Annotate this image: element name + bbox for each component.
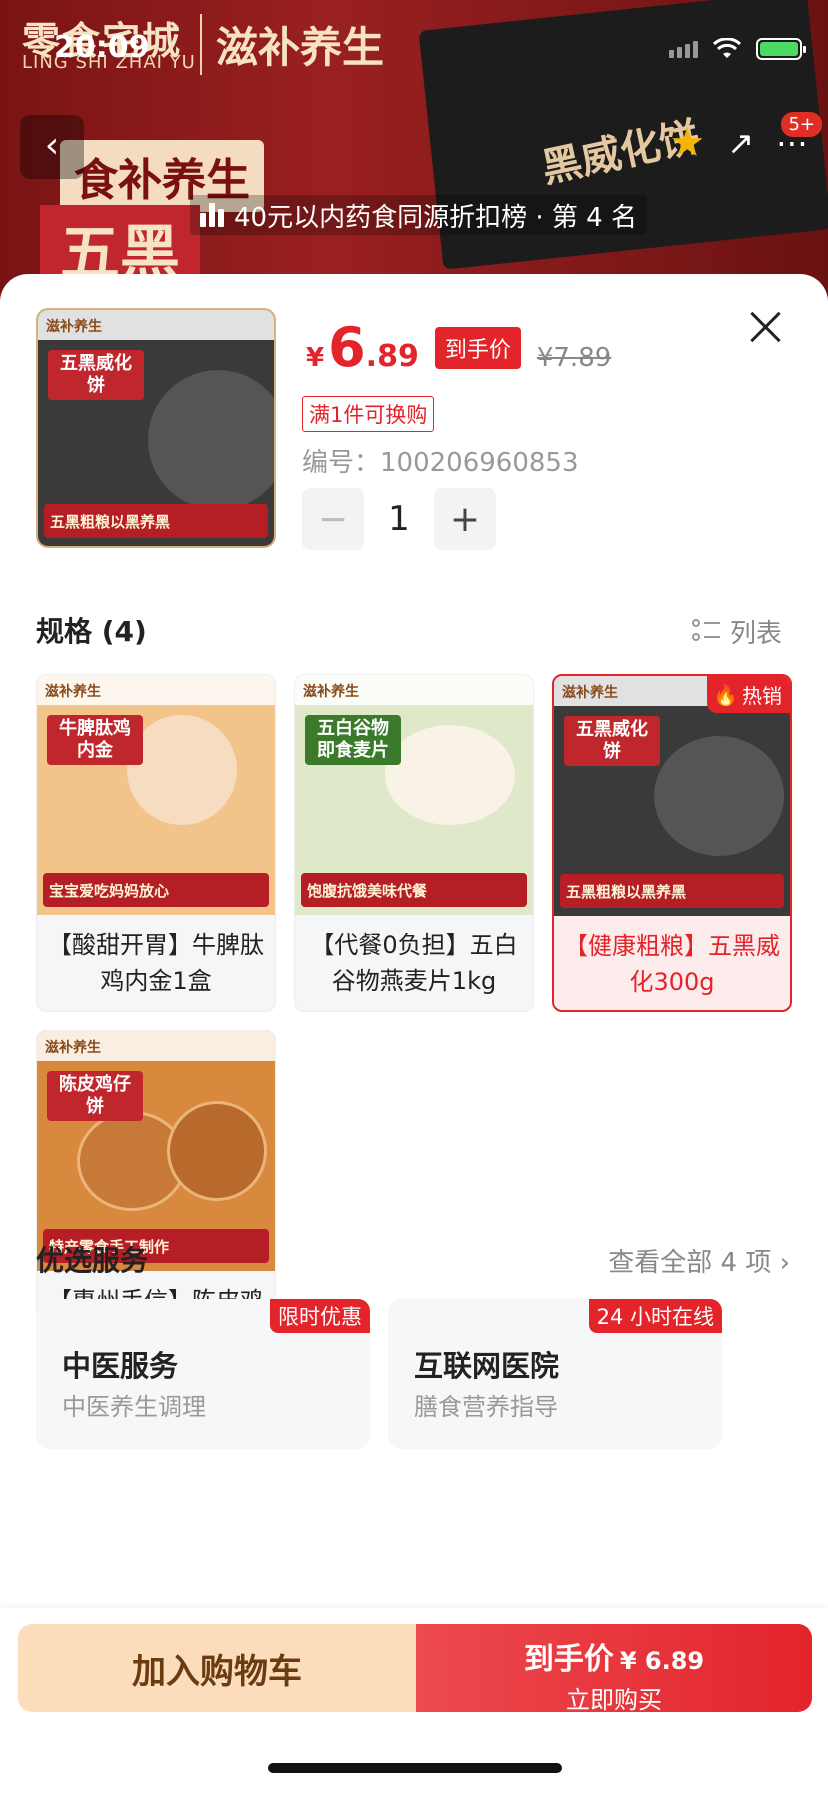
bottom-action-bar: 加入购物车 到手价 ¥ 6.89 立即购买 (0, 1608, 828, 1793)
quantity-plus-button[interactable]: + (434, 488, 496, 550)
service-name: 中医服务 (62, 1349, 179, 1383)
price-currency: ¥ (306, 343, 325, 373)
spec-card[interactable]: 滋补养生 牛脾肽鸡内金 宝宝爱吃妈妈放心 【酸甜开胃】牛脾肽鸡内金1盒 (36, 674, 276, 1012)
price-integer: 6 (328, 316, 366, 379)
share-icon[interactable]: ↗ (727, 124, 754, 162)
spec-art-title: 陈皮鸡仔饼 (47, 1071, 143, 1121)
list-label: 列表 (729, 619, 782, 649)
spec-art-top: 滋补养生 (37, 675, 275, 705)
ranking-chart-icon (200, 203, 224, 227)
hot-label: 热销 (742, 684, 782, 708)
cellular-signal-icon (669, 40, 698, 58)
service-badge: 24 小时在线 (588, 1299, 722, 1333)
spec-art-top: 滋补养生 (37, 1031, 275, 1061)
status-time: 20:09 (54, 30, 150, 65)
service-desc: 膳食营养指导 (414, 1393, 558, 1421)
price-row: ¥ 6 .89 到手价 ¥7.89 (306, 316, 611, 379)
thumb-bottom: 五黑粗粮以黑养黑 (44, 504, 268, 538)
service-desc: 中医养生调理 (62, 1393, 206, 1421)
product-thumbnail[interactable]: 滋补养生 五黑威化饼 五黑粗粮以黑养黑 (36, 308, 276, 548)
status-icons (669, 38, 806, 60)
list-view-toggle[interactable]: 列表 (691, 613, 782, 650)
service-card[interactable]: 24 小时在线 互联网医院 膳食营养指导 (388, 1299, 722, 1449)
buy-price: ¥ 6.89 (619, 1647, 705, 1675)
service-badge: 限时优惠 (270, 1299, 370, 1333)
back-button[interactable]: ‹ (20, 115, 84, 179)
favorite-star-icon[interactable]: ★ (669, 120, 705, 166)
ranking-text: 40元以内药食同源折扣榜 · 第 4 名 (234, 202, 637, 233)
sku-number: 编号：100206960853 (302, 448, 579, 478)
spec-art-bottom: 宝宝爱吃妈妈放心 (43, 873, 269, 907)
banner-tag: 滋补养生 (200, 14, 384, 75)
spec-image: 滋补养生 牛脾肽鸡内金 宝宝爱吃妈妈放心 (37, 675, 275, 915)
message-badge: 5+ (781, 112, 822, 137)
thumb-top-label: 滋补养生 (38, 310, 274, 340)
spec-art-title: 五白谷物即食麦片 (305, 715, 401, 765)
spec-card-selected[interactable]: 🔥 热销 滋补养生 五黑威化饼 五黑粗粮以黑养黑 【健康粗粮】五黑威化300g (552, 674, 792, 1012)
home-indicator (268, 1763, 562, 1773)
quantity-stepper: − 1 + (302, 488, 496, 550)
specs-title: 规格 (4) (36, 615, 147, 648)
buy-now-button[interactable]: 到手价 ¥ 6.89 立即购买 (416, 1624, 812, 1714)
spec-art-title: 五黑威化饼 (564, 716, 660, 766)
spec-name: 【健康粗粮】五黑威化300g (564, 932, 780, 996)
promo-badge: 满1件可换购 (302, 396, 435, 432)
thumb-title: 五黑威化饼 (48, 350, 144, 400)
list-icon (691, 618, 720, 645)
spec-card[interactable]: 滋补养生 五白谷物即食麦片 饱腹抗饿美味代餐 【代餐0负担】五白谷物燕麦片1kg (294, 674, 534, 1012)
ranking-bar[interactable]: 40元以内药食同源折扣榜 · 第 4 名 (190, 195, 647, 235)
close-icon[interactable] (748, 310, 782, 344)
spec-art-bottom: 饱腹抗饿美味代餐 (301, 873, 527, 907)
spec-name: 【酸甜开胃】牛脾肽鸡内金1盒 (48, 931, 264, 995)
service-name: 互联网医院 (414, 1349, 560, 1383)
battery-icon (756, 38, 806, 60)
spec-image: 滋补养生 五白谷物即食麦片 饱腹抗饿美味代餐 (295, 675, 533, 915)
services-title: 优选服务 (36, 1244, 149, 1277)
spec-art-bottom: 五黑粗粮以黑养黑 (560, 874, 784, 908)
flame-icon: 🔥 (713, 682, 738, 707)
original-price: ¥7.89 (536, 343, 612, 373)
service-card[interactable]: 限时优惠 中医服务 中医养生调理 (36, 1299, 370, 1449)
spec-name: 【代餐0负担】五白谷物燕麦片1kg (310, 931, 518, 995)
add-to-cart-button[interactable]: 加入购物车 (18, 1624, 416, 1712)
quantity-minus-button[interactable]: − (302, 488, 364, 550)
spec-art-title: 牛脾肽鸡内金 (47, 715, 143, 765)
buy-price-line: 到手价 ¥ 6.89 (416, 1634, 812, 1678)
wifi-icon (712, 38, 742, 58)
sku-selector-sheet: 滋补养生 五黑威化饼 五黑粗粮以黑养黑 ¥ 6 .89 到手价 ¥7.89 满1… (0, 274, 828, 1793)
services-more-link[interactable]: 查看全部 4 项 › (608, 1242, 790, 1279)
buy-price-label: 到手价 (523, 1642, 614, 1677)
price-decimal: .89 (365, 339, 419, 374)
spec-art-top: 滋补养生 (295, 675, 533, 705)
quantity-value[interactable]: 1 (364, 499, 434, 539)
spec-image: 滋补养生 陈皮鸡仔饼 特产零食手工制作 (37, 1031, 275, 1271)
hot-badge: 🔥 热销 (707, 676, 790, 713)
buy-action-label: 立即购买 (566, 1686, 662, 1714)
final-price-tag: 到手价 (434, 326, 521, 369)
